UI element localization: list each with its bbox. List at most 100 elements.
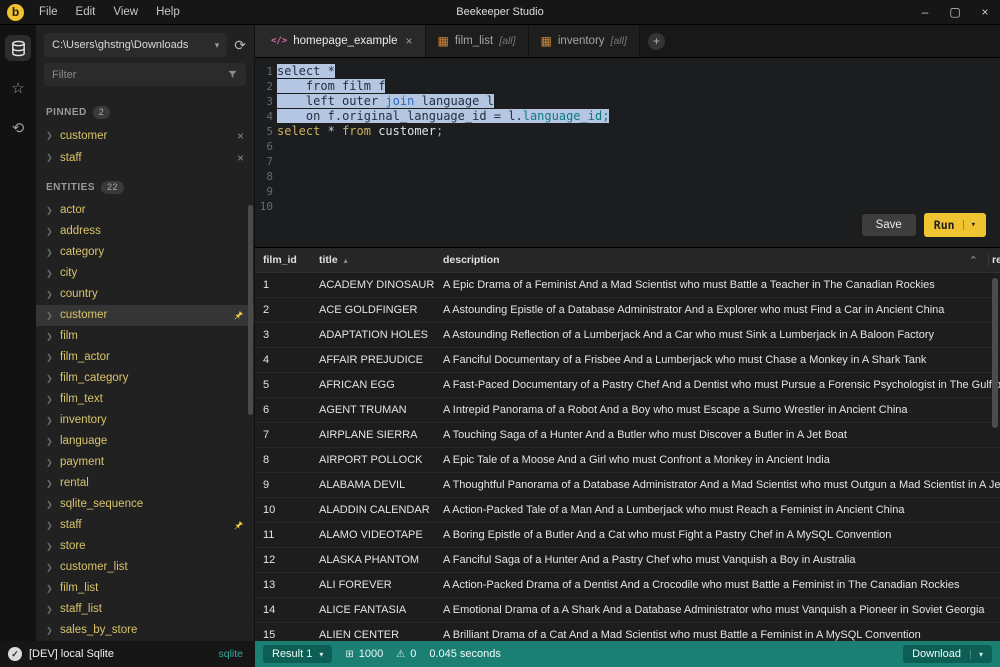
table-row[interactable]: 8AIRPORT POLLOCKA Epic Tale of a Moose A… (255, 448, 1000, 473)
result-selector[interactable]: Result 1 ▾ (263, 645, 332, 663)
table-row[interactable]: 7AIRPLANE SIERRAA Touching Saga of a Hun… (255, 423, 1000, 448)
menu-help[interactable]: Help (147, 6, 189, 18)
entity-item-sqlite_sequence[interactable]: ❯sqlite_sequence (36, 494, 254, 515)
cell-title: AFRICAN EGG (319, 379, 443, 391)
cell-title: ALASKA PHANTOM (319, 554, 443, 566)
sql-editor[interactable]: 1select *2 from film f3 left outer join … (255, 58, 1000, 247)
column-header-next-clipped[interactable]: re (988, 254, 1000, 266)
entity-item-actor[interactable]: ❯actor (36, 200, 254, 221)
editor-line-9[interactable]: 9 (255, 184, 1000, 199)
collapse-results-icon[interactable]: ⌃ (969, 254, 978, 267)
table-row[interactable]: 13ALI FOREVERA Action-Packed Drama of a … (255, 573, 1000, 598)
table-row[interactable]: 12ALASKA PHANTOMA Fanciful Saga of a Hun… (255, 548, 1000, 573)
workspace-path-select[interactable]: C:\Users\ghstng\Downloads ▾ (44, 33, 227, 57)
table-name: film (60, 330, 244, 342)
run-button[interactable]: Run ▾ (924, 213, 986, 237)
pinned-section-header[interactable]: PINNED 2 (36, 94, 254, 125)
entities-section-header[interactable]: ENTITIES 22 (36, 169, 254, 200)
editor-line-2[interactable]: 2 from film f (255, 79, 1000, 94)
chevron-right-icon: ❯ (46, 131, 53, 140)
menu-edit[interactable]: Edit (67, 6, 105, 18)
cell-description: A Boring Epistle of a Butler And a Cat w… (443, 529, 1000, 541)
editor-line-6[interactable]: 6 (255, 139, 1000, 154)
close-window-button[interactable]: × (970, 5, 1000, 19)
table-row[interactable]: 3ADAPTATION HOLESA Astounding Reflection… (255, 323, 1000, 348)
save-button[interactable]: Save (862, 214, 916, 236)
maximize-button[interactable]: ▢ (940, 5, 970, 19)
table-row[interactable]: 14ALICE FANTASIAA Emotional Drama of a A… (255, 598, 1000, 623)
table-row[interactable]: 1ACADEMY DINOSAURA Epic Drama of a Femin… (255, 273, 1000, 298)
entities-label: ENTITIES (46, 182, 95, 193)
editor-line-8[interactable]: 8 (255, 169, 1000, 184)
unpin-close-icon[interactable]: × (237, 129, 244, 143)
editor-line-4[interactable]: 4 on f.original_language_id = l.language… (255, 109, 1000, 124)
run-options-caret-icon[interactable]: ▾ (963, 220, 976, 230)
entity-item-store[interactable]: ❯store (36, 536, 254, 557)
filter-input[interactable] (52, 69, 227, 81)
download-button[interactable]: Download ▾ (903, 645, 992, 663)
chevron-right-icon: ❯ (46, 458, 53, 467)
menu-file[interactable]: File (30, 6, 67, 18)
entity-item-customer[interactable]: ❯customer (36, 305, 254, 326)
column-header-title[interactable]: title▴ (319, 254, 443, 266)
minimize-button[interactable]: – (910, 5, 940, 19)
app-logo-icon[interactable]: b (7, 4, 24, 21)
pinned-item-staff[interactable]: ❯staff× (36, 147, 254, 169)
entity-item-film_actor[interactable]: ❯film_actor (36, 347, 254, 368)
entity-item-address[interactable]: ❯address (36, 221, 254, 242)
entity-item-film_category[interactable]: ❯film_category (36, 368, 254, 389)
pinned-item-customer[interactable]: ❯customer× (36, 125, 254, 147)
table-row[interactable]: 9ALABAMA DEVILA Thoughtful Panorama of a… (255, 473, 1000, 498)
entity-item-staff_list[interactable]: ❯staff_list (36, 599, 254, 620)
rail-favorites-button[interactable]: ☆ (5, 75, 31, 101)
entity-item-language[interactable]: ❯language (36, 431, 254, 452)
editor-line-1[interactable]: 1select * (255, 64, 1000, 79)
refresh-icon[interactable]: ⟳ (234, 37, 246, 54)
download-options-caret-icon[interactable]: ▾ (970, 650, 983, 659)
tab-film_list[interactable]: ▦film_list[all] (426, 25, 529, 57)
column-header-film-id[interactable]: film_id (255, 254, 319, 266)
entity-item-film[interactable]: ❯film (36, 326, 254, 347)
entity-item-inventory[interactable]: ❯inventory (36, 410, 254, 431)
entity-item-category[interactable]: ❯category (36, 242, 254, 263)
entity-item-film_text[interactable]: ❯film_text (36, 389, 254, 410)
history-icon: ⟲ (12, 119, 25, 137)
table-row[interactable]: 11ALAMO VIDEOTAPEA Boring Epistle of a B… (255, 523, 1000, 548)
rail-connections-button[interactable] (5, 35, 31, 61)
editor-line-10[interactable]: 10 (255, 199, 1000, 214)
entity-item-payment[interactable]: ❯payment (36, 452, 254, 473)
chevron-right-icon: ❯ (46, 269, 53, 278)
editor-line-5[interactable]: 5select * from customer; (255, 124, 1000, 139)
table-row[interactable]: 4AFFAIR PREJUDICEA Fanciful Documentary … (255, 348, 1000, 373)
table-row[interactable]: 10ALADDIN CALENDARA Action-Packed Tale o… (255, 498, 1000, 523)
new-tab-button[interactable]: + (648, 33, 665, 50)
table-row[interactable]: 5AFRICAN EGGA Fast-Paced Documentary of … (255, 373, 1000, 398)
entity-item-rental[interactable]: ❯rental (36, 473, 254, 494)
entity-item-sales_by_store[interactable]: ❯sales_by_store (36, 620, 254, 641)
close-tab-icon[interactable]: × (405, 34, 412, 48)
sidebar: C:\Users\ghstng\Downloads ▾ ⟳ PINNED 2 ❯… (36, 25, 255, 641)
connection-label[interactable]: [DEV] local Sqlite (29, 648, 211, 660)
table-row[interactable]: 6AGENT TRUMANA Intrepid Panorama of a Ro… (255, 398, 1000, 423)
entity-item-film_list[interactable]: ❯film_list (36, 578, 254, 599)
rail-history-button[interactable]: ⟲ (5, 115, 31, 141)
editor-line-3[interactable]: 3 left outer join language l (255, 94, 1000, 109)
menu-view[interactable]: View (104, 6, 147, 18)
table-name: country (60, 288, 244, 300)
rows-icon: ⊞ (345, 649, 353, 660)
entity-item-country[interactable]: ❯country (36, 284, 254, 305)
results-scrollbar[interactable] (992, 278, 998, 428)
editor-line-7[interactable]: 7 (255, 154, 1000, 169)
column-header-description[interactable]: description (443, 254, 959, 266)
entity-item-customer_list[interactable]: ❯customer_list (36, 557, 254, 578)
editor-actions: Save Run ▾ (862, 213, 986, 237)
unpin-close-icon[interactable]: × (237, 151, 244, 165)
table-row[interactable]: 15ALIEN CENTERA Brilliant Drama of a Cat… (255, 623, 1000, 641)
table-row[interactable]: 2ACE GOLDFINGERA Astounding Epistle of a… (255, 298, 1000, 323)
tab-homepage_example[interactable]: </>homepage_example× (255, 25, 426, 57)
entity-item-city[interactable]: ❯city (36, 263, 254, 284)
tab-inventory[interactable]: ▦inventory[all] (529, 25, 640, 57)
sidebar-scrollbar[interactable] (248, 205, 253, 415)
entity-item-staff[interactable]: ❯staff (36, 515, 254, 536)
cell-title: ALI FOREVER (319, 579, 443, 591)
